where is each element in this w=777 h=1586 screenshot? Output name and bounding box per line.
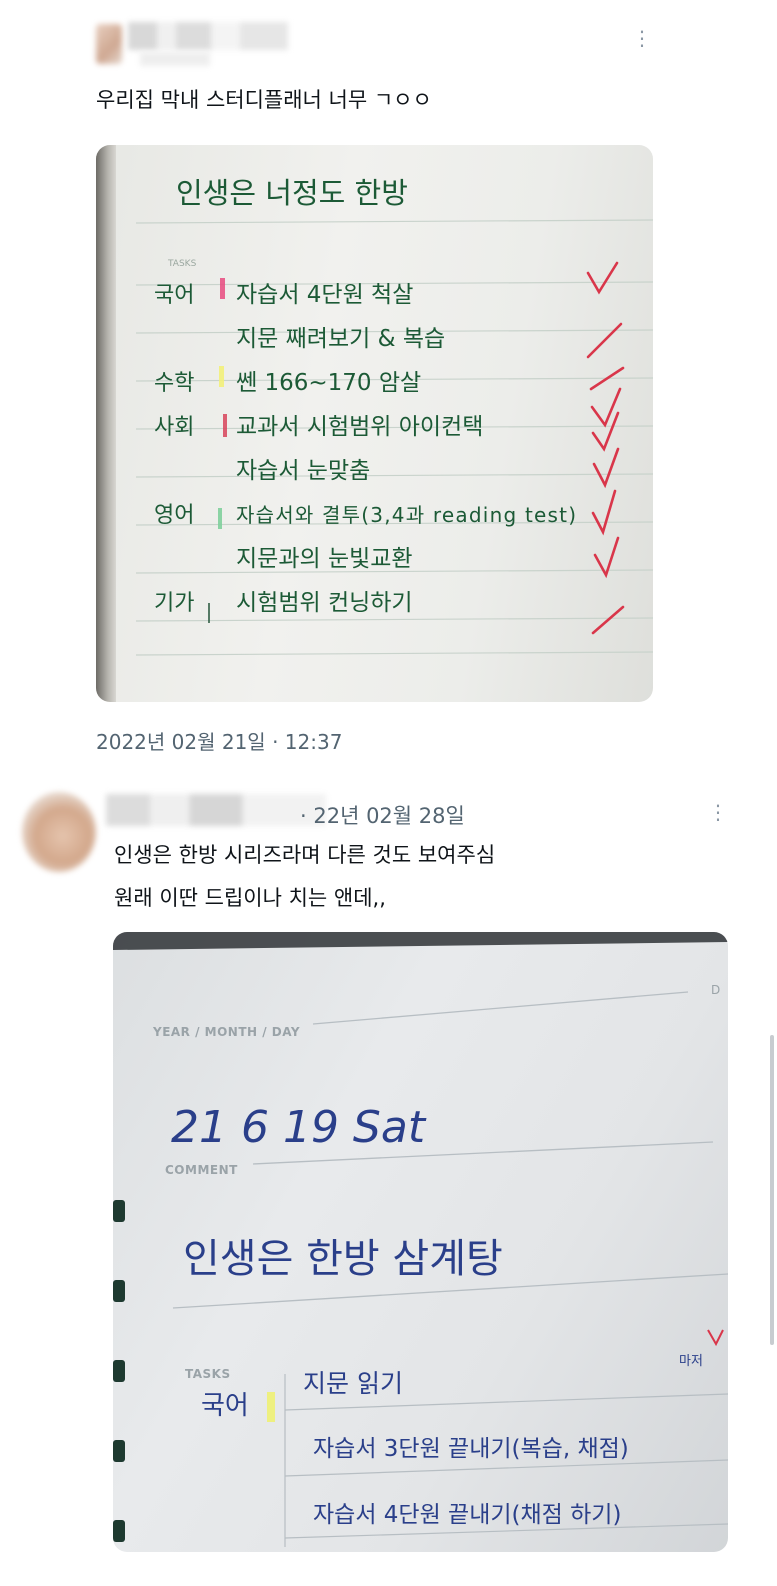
- task-subject: 국어: [201, 1391, 249, 1421]
- task-item: 지문과의 눈빛교환: [236, 546, 413, 572]
- check-marks: [586, 261, 625, 635]
- post1-author-name[interactable]: [128, 22, 288, 50]
- task-item: 자습서 4단원 척살: [236, 282, 413, 308]
- highlight-tech: [208, 603, 210, 623]
- comment-label: COMMENT: [165, 1163, 238, 1177]
- task-subject: 수학: [154, 371, 194, 396]
- tasks-label: TASKS: [185, 1367, 231, 1381]
- highlight-korean: [267, 1392, 275, 1422]
- more-vertical-icon[interactable]: ⋮: [632, 28, 652, 48]
- task-item: 시험범위 컨닝하기: [236, 590, 413, 616]
- planner-title: 인생은 너정도 한방: [176, 176, 408, 210]
- post2-date[interactable]: · 22년 02월 28일: [300, 800, 465, 830]
- task-note: 마저: [679, 1354, 703, 1369]
- scrollbar[interactable]: [770, 1035, 774, 1345]
- task-subject: 사회: [154, 415, 194, 440]
- binder-rings: [113, 1200, 125, 1542]
- task-subject: 기가: [154, 591, 194, 616]
- tasks-label: TASKS: [167, 259, 197, 269]
- task-subject: 국어: [154, 283, 194, 308]
- post2-photo-study-planner[interactable]: YEAR / MONTH / DAY D 21 6 19 Sat COMMENT…: [113, 932, 728, 1552]
- highlight-math: [219, 366, 224, 387]
- post2-text-line1: 인생은 한방 시리즈라며 다른 것도 보여주심: [114, 843, 496, 867]
- task-item: 자습서와 결투(3,4과 reading test): [236, 503, 576, 527]
- highlight-korean: [220, 278, 225, 299]
- post1-avatar[interactable]: [96, 24, 122, 64]
- written-comment: 인생은 한방 삼계탕: [183, 1236, 503, 1282]
- task-item: 지문 째려보기 & 복습: [236, 326, 445, 352]
- check-mark: [707, 1329, 724, 1347]
- task-item: 자습서 눈맞춤: [236, 458, 370, 484]
- more-vertical-icon[interactable]: ⋮: [708, 802, 728, 822]
- post1-photo-study-planner[interactable]: 인생은 너정도 한방 TASKS 국어 자습서 4단원 척살지문 째려보기 & 복…: [96, 145, 653, 702]
- task-item: 쎈 166~170 암살: [236, 370, 421, 396]
- post1-author-handle: [140, 52, 210, 66]
- task-item: 교과서 시험범위 아이컨택: [236, 414, 483, 440]
- post1-timestamp[interactable]: 2022년 02월 21일 · 12:37: [96, 726, 342, 755]
- task-2: 자습서 3단원 끝내기(복습, 채점): [313, 1436, 629, 1462]
- year-month-day-label: YEAR / MONTH / DAY: [152, 1025, 300, 1039]
- post1-text: 우리집 막내 스터디플래너 너무 ㄱㅇㅇ: [96, 88, 432, 112]
- post2-author-name[interactable]: [106, 794, 326, 826]
- svg-text:D: D: [711, 983, 720, 997]
- task-1: 지문 읽기: [303, 1369, 403, 1398]
- task-3: 자습서 4단원 끝내기(채점 하기): [313, 1502, 621, 1528]
- highlight-social: [223, 414, 227, 437]
- highlight-english: [218, 508, 222, 529]
- post2-avatar[interactable]: [22, 792, 96, 872]
- written-date: 21 6 19 Sat: [171, 1102, 427, 1153]
- task-subject: 영어: [154, 503, 194, 528]
- post2-text-line2: 원래 이딴 드립이나 치는 앤데,,: [114, 886, 386, 910]
